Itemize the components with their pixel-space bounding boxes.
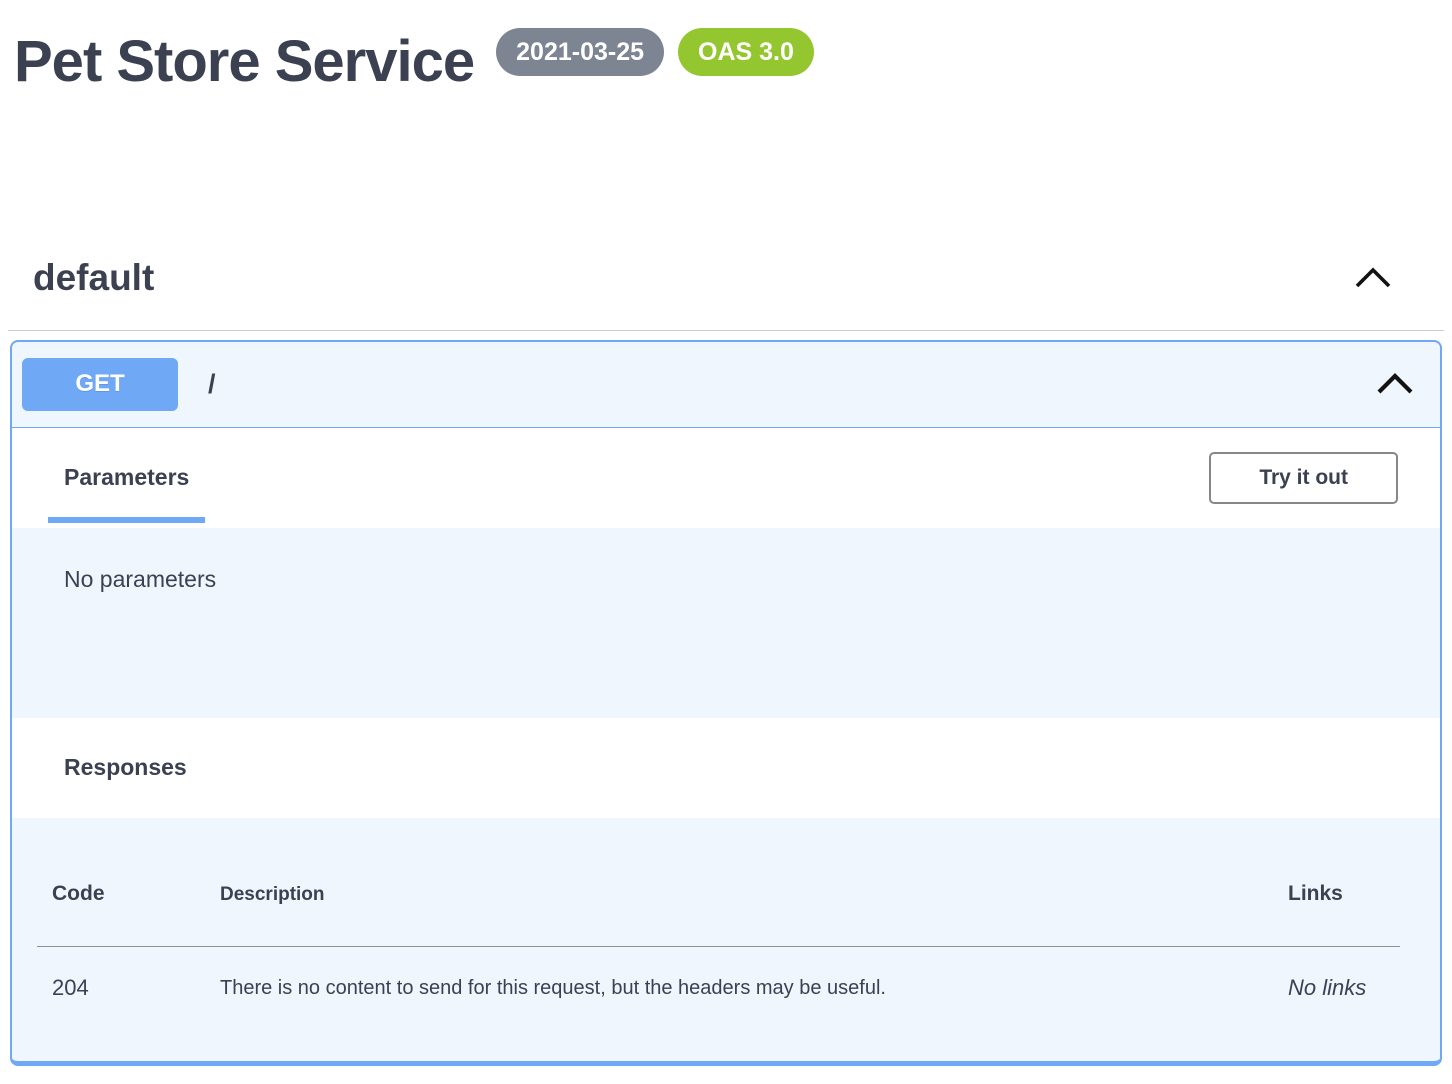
section-collapse-button[interactable] [1352, 262, 1394, 294]
chevron-up-icon [1352, 262, 1394, 294]
badges: 2021-03-25 OAS 3.0 [496, 28, 814, 76]
tag-section-title: default [33, 257, 154, 299]
oas-version-badge: OAS 3.0 [678, 28, 814, 76]
http-method-button[interactable]: GET [22, 358, 178, 411]
responses-header: Responses [12, 718, 1440, 818]
responses-table-header-row: Code Description Links [52, 882, 1400, 906]
tab-parameters-label: Parameters [64, 464, 189, 491]
tag-section-default: default GET / Parameters [0, 227, 1452, 1066]
no-parameters-message: No parameters [64, 566, 1404, 593]
parameters-header: Parameters Try it out [12, 428, 1440, 528]
column-header-description: Description [220, 884, 1288, 906]
chevron-up-icon [1375, 369, 1415, 399]
page-title: Pet Store Service [14, 26, 474, 99]
responses-table: Code Description Links 204 There is no c… [12, 818, 1440, 1061]
info-header: Pet Store Service 2021-03-25 OAS 3.0 [0, 0, 1452, 99]
table-row: 204 There is no content to send for this… [52, 947, 1400, 1001]
opblock-summary[interactable]: GET / [12, 342, 1440, 428]
tag-section-header[interactable]: default [8, 227, 1444, 331]
version-badge: 2021-03-25 [496, 28, 664, 76]
response-description: There is no content to send for this req… [220, 975, 1288, 1000]
parameters-body: No parameters [12, 528, 1440, 718]
response-links: No links [1288, 975, 1400, 1001]
tab-parameters[interactable]: Parameters [48, 428, 205, 528]
column-header-links: Links [1288, 882, 1400, 906]
try-it-out-button[interactable]: Try it out [1209, 452, 1398, 504]
operation-collapse-button[interactable] [1375, 369, 1415, 399]
responses-title: Responses [64, 754, 187, 781]
response-code: 204 [52, 975, 220, 1001]
opblock-get-root: GET / Parameters Try it out No parameter… [10, 340, 1442, 1066]
operation-path: / [208, 369, 216, 400]
column-header-code: Code [52, 882, 220, 906]
